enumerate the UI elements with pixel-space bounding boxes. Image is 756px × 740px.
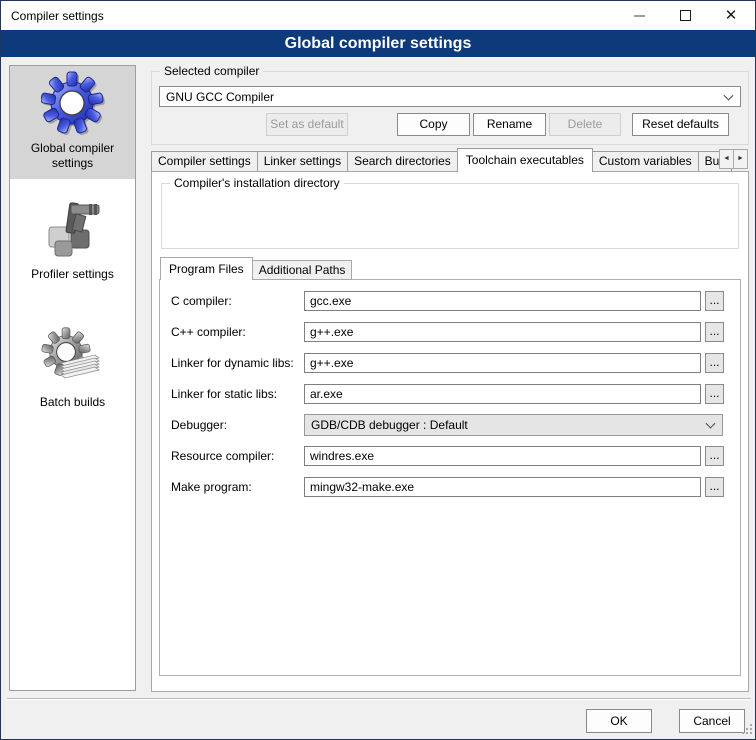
close-button[interactable]: ✕: [711, 1, 751, 30]
rename-button[interactable]: Rename: [473, 113, 546, 136]
debugger-select-value: GDB/CDB debugger : Default: [311, 418, 468, 432]
tab-compiler-settings[interactable]: Compiler settings: [151, 151, 258, 172]
resource-compiler-label: Resource compiler:: [171, 449, 274, 463]
tab-linker-settings[interactable]: Linker settings: [257, 151, 348, 172]
caliper-icon: [41, 197, 105, 261]
program-files-tabs: Program Files Additional Paths: [161, 257, 352, 280]
reset-defaults-button[interactable]: Reset defaults: [632, 113, 729, 136]
footer-divider: [7, 698, 751, 700]
c-compiler-label: C compiler:: [171, 294, 232, 308]
grey-gear-stack-icon: [41, 325, 105, 389]
cpp-compiler-browse-button[interactable]: ...: [705, 322, 724, 342]
compiler-select-value: GNU GCC Compiler: [166, 90, 274, 104]
make-program-label: Make program:: [171, 480, 252, 494]
tab-scroll-left-button[interactable]: ◄: [719, 149, 734, 169]
sidebar-item-label: Profiler settings: [18, 267, 128, 282]
minimize-icon: [634, 15, 645, 17]
tab-additional-paths[interactable]: Additional Paths: [252, 260, 353, 280]
dynamic-linker-label: Linker for dynamic libs:: [171, 356, 294, 370]
installation-directory-group: Compiler's installation directory: [161, 183, 739, 249]
window-title: Compiler settings: [11, 9, 104, 23]
copy-button[interactable]: Copy: [397, 113, 470, 136]
set-as-default-button[interactable]: Set as default: [266, 113, 348, 136]
make-program-browse-button[interactable]: ...: [705, 477, 724, 497]
sidebar-item-batch-builds[interactable]: Batch builds: [10, 319, 135, 419]
settings-tabs: Compiler settings Linker settings Search…: [151, 148, 732, 172]
dynamic-linker-browse-button[interactable]: ...: [705, 353, 724, 373]
delete-button[interactable]: Delete: [549, 113, 621, 136]
cpp-compiler-input[interactable]: g++.exe: [304, 322, 701, 342]
chevron-down-icon: [706, 419, 716, 429]
sidebar-item-global-compiler-settings[interactable]: Global compiler settings: [10, 66, 135, 179]
group-label: Compiler's installation directory: [170, 176, 344, 191]
resource-compiler-browse-button[interactable]: ...: [705, 446, 724, 466]
page-title: Global compiler settings: [1, 30, 755, 57]
tab-toolchain-executables[interactable]: Toolchain executables: [457, 148, 593, 172]
close-icon: ✕: [725, 8, 738, 23]
chevron-down-icon: [724, 90, 734, 100]
debugger-select[interactable]: GDB/CDB debugger : Default: [304, 414, 723, 436]
tab-scroll-right-button[interactable]: ►: [733, 149, 748, 169]
static-linker-browse-button[interactable]: ...: [705, 384, 724, 404]
c-compiler-browse-button[interactable]: ...: [705, 291, 724, 311]
compiler-select[interactable]: GNU GCC Compiler: [159, 86, 741, 107]
settings-category-list: Global compiler settings Profiler settin…: [9, 65, 136, 691]
cpp-compiler-label: C++ compiler:: [171, 325, 246, 339]
maximize-button[interactable]: [665, 1, 705, 30]
blue-gear-icon: [41, 71, 105, 135]
tab-program-files[interactable]: Program Files: [160, 257, 253, 280]
make-program-input[interactable]: mingw32-make.exe: [304, 477, 701, 497]
tab-search-directories[interactable]: Search directories: [347, 151, 458, 172]
static-linker-label: Linker for static libs:: [171, 387, 277, 401]
static-linker-input[interactable]: ar.exe: [304, 384, 701, 404]
debugger-label: Debugger:: [171, 418, 227, 432]
minimize-button[interactable]: [619, 1, 659, 30]
sidebar-item-label: Batch builds: [18, 395, 128, 410]
ok-button[interactable]: OK: [586, 709, 652, 733]
cancel-button[interactable]: Cancel: [679, 709, 745, 733]
c-compiler-input[interactable]: gcc.exe: [304, 291, 701, 311]
maximize-icon: [680, 10, 691, 21]
resource-compiler-input[interactable]: windres.exe: [304, 446, 701, 466]
title-bar: Compiler settings ✕: [1, 1, 755, 30]
sidebar-item-label: Global compiler settings: [18, 141, 128, 171]
tab-custom-variables[interactable]: Custom variables: [592, 151, 699, 172]
compiler-settings-dialog: Compiler settings ✕ Global compiler sett…: [0, 0, 756, 740]
group-label: Selected compiler: [160, 64, 263, 79]
sidebar-item-profiler-settings[interactable]: Profiler settings: [10, 191, 135, 296]
dynamic-linker-input[interactable]: g++.exe: [304, 353, 701, 373]
